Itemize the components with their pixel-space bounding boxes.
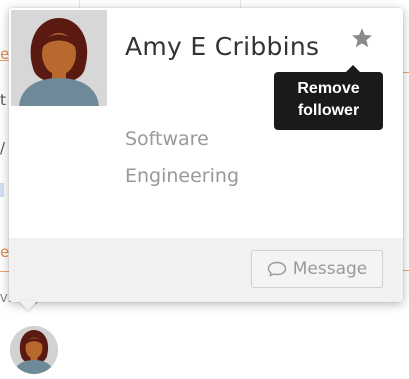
speech-bubble-icon — [267, 261, 287, 277]
tooltip-line: Remove — [297, 80, 360, 97]
star-icon — [352, 28, 372, 48]
background-highlight-bar — [0, 183, 4, 197]
background-divider — [79, 0, 80, 8]
background-divider — [240, 0, 241, 8]
profile-title: Software Engineering — [125, 128, 239, 187]
profile-photo — [11, 10, 107, 106]
profile-name: Amy E Cribbins — [125, 32, 320, 61]
profile-popover: Amy E Cribbins Software Engineering Mess… — [9, 8, 403, 302]
remove-follower-tooltip: Remove follower — [274, 65, 383, 130]
message-button[interactable]: Message — [251, 250, 383, 288]
message-button-label: Message — [292, 259, 368, 279]
tooltip-line: follower — [297, 102, 360, 119]
user-avatar-icon — [11, 10, 107, 106]
avatar[interactable] — [10, 326, 58, 374]
favorite-button[interactable] — [349, 25, 375, 51]
background-text-fragment: e — [0, 45, 10, 63]
background-text-fragment: t — [0, 91, 6, 109]
background-accent-line — [402, 72, 409, 73]
background-text-fragment: / — [0, 139, 6, 157]
background-text-fragment: e — [0, 243, 10, 261]
popover-footer: Message — [9, 238, 403, 302]
popover-arrow — [19, 301, 37, 311]
user-avatar-icon — [10, 326, 58, 374]
